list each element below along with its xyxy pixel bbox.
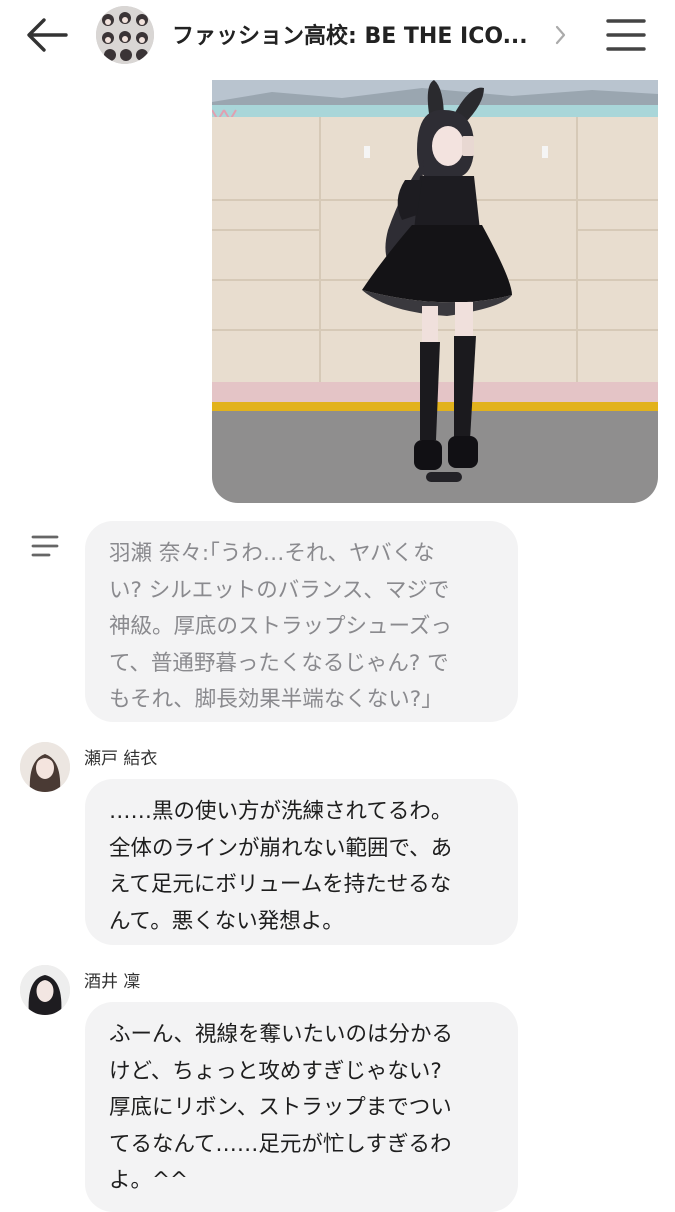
avatar-sakai-rin[interactable] <box>20 965 70 1015</box>
character-name: 瀬戸 結衣 <box>84 749 158 769</box>
chevron-right-icon[interactable] <box>553 22 569 48</box>
chat-header: ファッション高校: BE THE ICO... <box>0 0 675 72</box>
narration-lines-icon <box>31 535 59 557</box>
avatar-seto-yui[interactable] <box>20 742 70 792</box>
message-bubble: ……黒の使い方が洗練されてるわ。 全体のラインが崩れない範囲で、あ えて足元にボ… <box>85 779 518 945</box>
group-avatar[interactable] <box>96 6 154 64</box>
arrow-left-icon[interactable] <box>24 14 70 56</box>
message-text: ……黒の使い方が洗練されてるわ。 全体のラインが崩れない範囲で、あ えて足元にボ… <box>109 799 453 934</box>
narration-bubble: 羽瀬 奈々:｢うわ…それ、ヤバくな い? シルエットのバランス、マジで 神級。厚… <box>85 521 518 722</box>
narration-text: 羽瀬 奈々:｢うわ…それ、ヤバくな い? シルエットのバランス、マジで 神級。厚… <box>109 541 452 713</box>
chat-title[interactable]: ファッション高校: BE THE ICO... <box>172 18 552 50</box>
message-text: ふーん、視線を奪いたいのは分かる けど、ちょっと攻めすぎじゃない? 厚底にリボン… <box>109 1022 454 1194</box>
message-bubble: ふーん、視線を奪いたいのは分かる けど、ちょっと攻めすぎじゃない? 厚底にリボン… <box>85 1002 518 1212</box>
hamburger-menu-icon[interactable] <box>605 16 647 54</box>
shared-photo[interactable] <box>212 80 658 503</box>
character-name: 酒井 凜 <box>84 972 141 992</box>
